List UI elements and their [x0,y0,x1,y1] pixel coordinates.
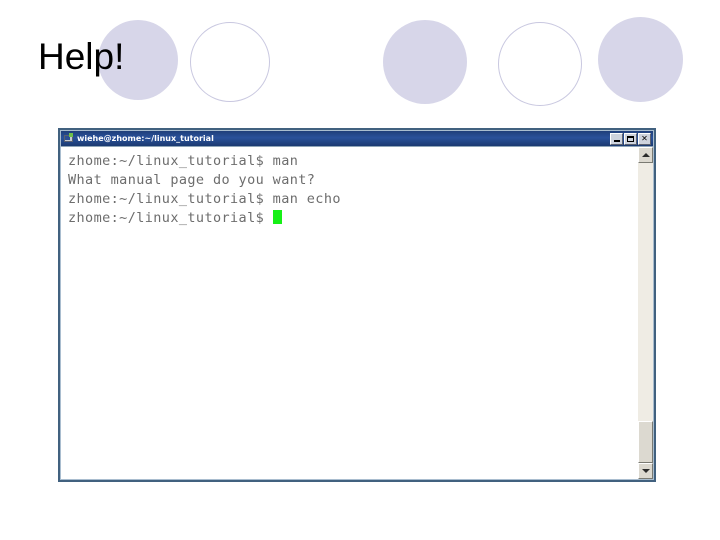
terminal-line: What manual page do you want? [68,172,316,188]
terminal-line: zhome:~/linux_tutorial$ man [68,153,299,169]
scrollbar-thumb[interactable] [638,421,653,463]
terminal-window: wiehe@zhome:~/linux_tutorial ✕ zhome:~/l… [58,128,656,482]
terminal-line: zhome:~/linux_tutorial$ man echo [68,191,341,207]
scroll-down-arrow-icon[interactable] [638,463,653,479]
terminal-screen[interactable]: zhome:~/linux_tutorial$ man What manual … [61,147,637,479]
terminal-scrollbar[interactable] [637,147,653,479]
terminal-cursor [272,210,282,224]
terminal-prompt: zhome:~/linux_tutorial$ [68,210,273,226]
terminal-body: zhome:~/linux_tutorial$ man What manual … [61,146,653,479]
minimize-button[interactable] [610,132,623,145]
scrollbar-track[interactable] [638,163,653,463]
terminal-window-inner: wiehe@zhome:~/linux_tutorial ✕ zhome:~/l… [60,130,654,480]
terminal-line-with-cursor: zhome:~/linux_tutorial$ [68,209,637,228]
decor-circle-3 [383,20,467,104]
close-button[interactable]: ✕ [638,132,651,145]
putty-terminal-icon [63,133,74,144]
decor-circle-2 [190,22,270,102]
decor-circle-4 [498,22,582,106]
decor-circle-5 [598,17,683,102]
scroll-up-arrow-icon[interactable] [638,147,653,163]
page-title: Help! [38,36,125,77]
maximize-button[interactable] [624,132,637,145]
terminal-title-bar[interactable]: wiehe@zhome:~/linux_tutorial ✕ [61,131,653,146]
terminal-title-text: wiehe@zhome:~/linux_tutorial [77,134,214,143]
window-controls: ✕ [610,132,652,145]
